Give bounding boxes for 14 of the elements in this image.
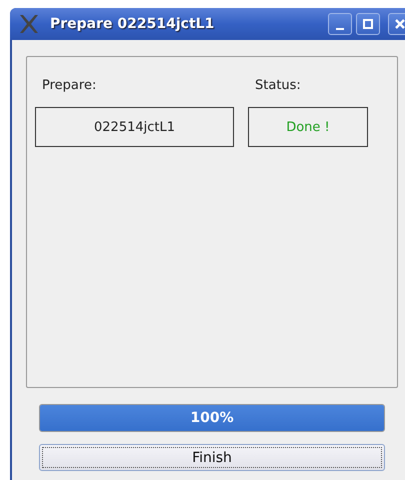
close-button[interactable] [388, 13, 405, 35]
progress-reading: 100% [189, 409, 235, 428]
window-title: Prepare 022514jctL1 [50, 16, 214, 32]
maximize-icon [363, 19, 373, 29]
status-label: Status: [254, 78, 302, 93]
close-icon [395, 19, 405, 29]
finish-button[interactable]: Finish [39, 444, 385, 471]
status-value: Done ! [248, 107, 368, 147]
minimize-icon [336, 28, 344, 30]
minimize-button[interactable] [328, 13, 352, 35]
prepare-value: 022514jctL1 [35, 107, 234, 147]
prepare-label: Prepare: [41, 78, 98, 93]
maximize-button[interactable] [356, 13, 380, 35]
x-logo-icon [18, 14, 40, 34]
